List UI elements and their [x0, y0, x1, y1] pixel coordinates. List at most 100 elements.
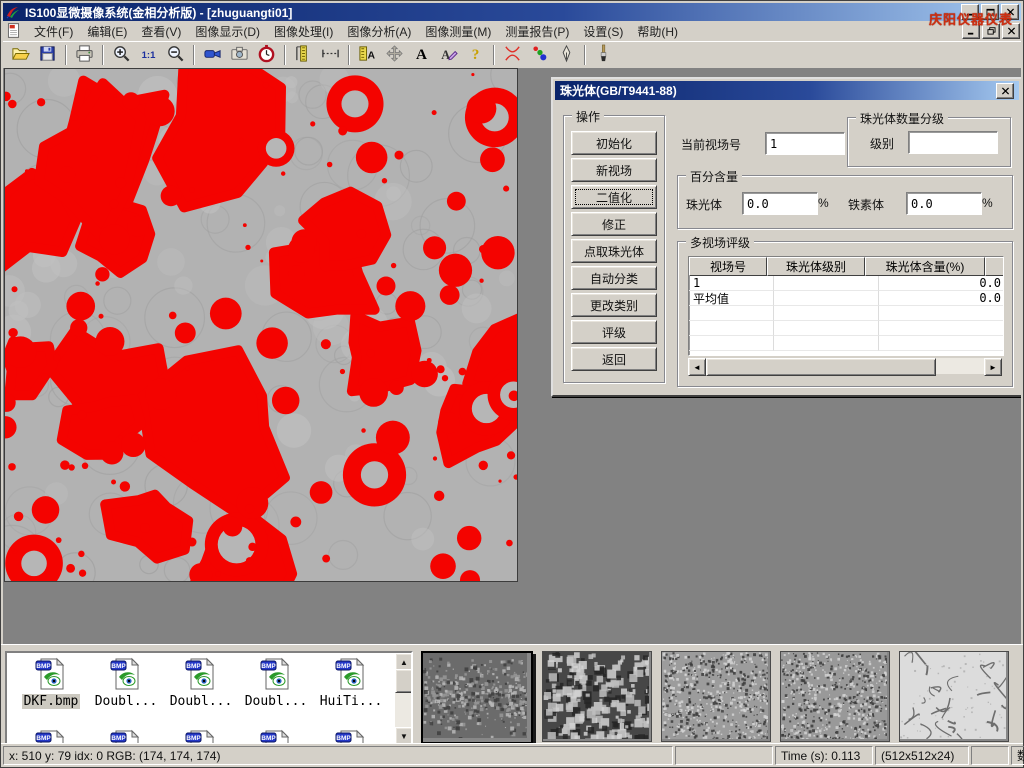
pearlite-percent-input[interactable]: 0.0	[742, 192, 818, 215]
scroll-right-button[interactable]	[984, 358, 1002, 376]
menu-item-7[interactable]: 测量报告(P)	[498, 21, 576, 42]
op-button-6[interactable]: 更改类别	[571, 293, 657, 317]
toolbar-button-video-camera[interactable]	[199, 43, 226, 68]
table-cell: 平均值	[689, 291, 774, 306]
op-button-4[interactable]: 点取珠光体	[571, 239, 657, 263]
ferrite-percent-unit: %	[982, 196, 993, 210]
menu-item-6[interactable]: 图像测量(M)	[418, 21, 498, 42]
sample-thumbnail-5[interactable]	[899, 651, 1009, 742]
dialog-close-button[interactable]	[996, 83, 1014, 99]
toolbar-button-zoom-in[interactable]	[108, 43, 135, 68]
status-cell-2: Time (s): 0.113	[775, 746, 873, 765]
micrograph-image[interactable]	[4, 68, 518, 582]
vscrollbar-thumb[interactable]	[395, 669, 413, 693]
color-dots-icon	[530, 44, 549, 66]
op-button-7[interactable]: 评级	[571, 320, 657, 344]
toolbar-button-pen[interactable]	[553, 43, 580, 68]
toolbar-button-print[interactable]	[71, 43, 98, 68]
toolbar-button-text-label[interactable]: A	[408, 43, 435, 68]
file-name: HuiTi...	[318, 694, 385, 709]
table-header-row: 视场号珠光体级别珠光体含量(%)铁素体	[689, 257, 1003, 276]
menu-item-0[interactable]: 文件(F)	[27, 21, 80, 42]
toolbar-button-help[interactable]: ?	[462, 43, 489, 68]
ferrite-percent-input[interactable]: 0.0	[906, 192, 982, 215]
table-row-3[interactable]	[689, 321, 1003, 336]
table-hscrollbar[interactable]	[688, 358, 1002, 374]
menu-item-1[interactable]: 编辑(E)	[80, 21, 134, 42]
toolbar-button-brush[interactable]	[590, 43, 617, 68]
file-item-3[interactable]: BMPDoubl...	[240, 657, 312, 709]
sample-thumbnail-4[interactable]	[780, 651, 890, 742]
toolbar-button-edit-text[interactable]: A	[435, 43, 462, 68]
status-bar: x: 510 y: 79 idx: 0 RGB: (174, 174, 174)…	[1, 743, 1023, 767]
table-cell	[774, 321, 879, 336]
toolbar-button-caliper-ruler[interactable]	[290, 43, 317, 68]
table-row-1[interactable]: 平均值0.0	[689, 291, 1003, 306]
bmp-file-icon: BMP	[90, 657, 162, 694]
toolbar-button-curve-tool[interactable]	[499, 43, 526, 68]
sample-thumbnail-2[interactable]	[542, 651, 652, 742]
pen-icon	[557, 44, 576, 66]
menu-item-5[interactable]: 图像分析(A)	[340, 21, 418, 42]
video-camera-icon	[203, 44, 222, 66]
op-button-3[interactable]: 修正	[571, 212, 657, 236]
toolbar-button-ruler-text[interactable]: A	[354, 43, 381, 68]
toolbar-button-color-dots[interactable]	[526, 43, 553, 68]
op-button-2[interactable]: 二值化	[571, 185, 657, 209]
bmp-file-icon: BMP	[315, 657, 387, 694]
current-field-input[interactable]: 1	[765, 132, 845, 155]
file-browser-vscrollbar[interactable]	[395, 653, 411, 745]
text-label-icon: A	[412, 44, 431, 66]
svg-text:BMP: BMP	[111, 735, 126, 742]
svg-text:BMP: BMP	[261, 735, 276, 742]
svg-text:BMP: BMP	[261, 663, 276, 670]
menu-item-4[interactable]: 图像处理(I)	[267, 21, 340, 42]
scroll-left-button[interactable]	[688, 358, 706, 376]
toolbar-button-move-cross[interactable]	[381, 43, 408, 68]
file-browser[interactable]: BMPDKF.bmpBMPDoubl...BMPDoubl...BMPDoubl…	[5, 651, 413, 747]
toolbar-button-open-folder[interactable]	[7, 43, 34, 68]
svg-text:?: ?	[472, 46, 480, 63]
table-cell	[879, 336, 1004, 351]
bmp-file-icon: BMP	[240, 657, 312, 694]
toolbar-button-save[interactable]	[34, 43, 61, 68]
file-name: Doubl...	[93, 694, 160, 709]
table-row-2[interactable]	[689, 306, 1003, 321]
sample-thumbnail-1[interactable]	[421, 651, 533, 744]
file-item-1[interactable]: BMPDoubl...	[90, 657, 162, 709]
toolbar-button-camera[interactable]	[226, 43, 253, 68]
op-button-0[interactable]: 初始化	[571, 131, 657, 155]
table-row-4[interactable]	[689, 336, 1003, 351]
sample-thumbnail-3[interactable]	[661, 651, 771, 742]
menu-item-9[interactable]: 帮助(H)	[630, 21, 685, 42]
svg-text:A: A	[416, 46, 427, 63]
file-name: Doubl...	[168, 694, 235, 709]
menu-item-8[interactable]: 设置(S)	[576, 21, 630, 42]
menu-item-2[interactable]: 查看(V)	[134, 21, 188, 42]
main-window: IS100显微摄像系统(金相分析版) - [zhuguangti01] 文件(F…	[0, 0, 1024, 768]
level-label: 级别	[870, 135, 894, 152]
status-cell-0: x: 510 y: 79 idx: 0 RGB: (174, 174, 174)	[3, 746, 673, 765]
menu-item-3[interactable]: 图像显示(D)	[188, 21, 267, 42]
file-item-4[interactable]: BMPHuiTi...	[315, 657, 387, 709]
line-ruler-icon	[321, 44, 340, 66]
toolbar-button-line-ruler[interactable]	[317, 43, 344, 68]
toolbar-button-actual-size[interactable]: 1:1	[135, 43, 162, 68]
file-item-0[interactable]: BMPDKF.bmp	[15, 657, 87, 709]
ruler-text-icon: A	[358, 44, 377, 66]
hscrollbar-thumb[interactable]	[706, 358, 936, 376]
op-button-5[interactable]: 自动分类	[571, 266, 657, 290]
table-row-0[interactable]: 10.0	[689, 276, 1003, 291]
table-cell	[774, 276, 879, 291]
toolbar-button-timer[interactable]	[253, 43, 280, 68]
op-button-1[interactable]: 新视场	[571, 158, 657, 182]
percent-group: 百分含量 珠光体 0.0 % 铁素体 0.0 %	[677, 175, 1013, 229]
multi-field-table[interactable]: 视场号珠光体级别珠光体含量(%)铁素体10.0平均值0.0	[688, 256, 1004, 356]
level-input[interactable]	[908, 131, 998, 154]
toolbar-button-zoom-out[interactable]	[162, 43, 189, 68]
table-cell	[689, 306, 774, 321]
op-button-8[interactable]: 返回	[571, 347, 657, 371]
dialog-title-bar[interactable]: 珠光体(GB/T9441-88)	[555, 81, 1019, 100]
file-item-2[interactable]: BMPDoubl...	[165, 657, 237, 709]
open-folder-icon	[11, 44, 30, 66]
